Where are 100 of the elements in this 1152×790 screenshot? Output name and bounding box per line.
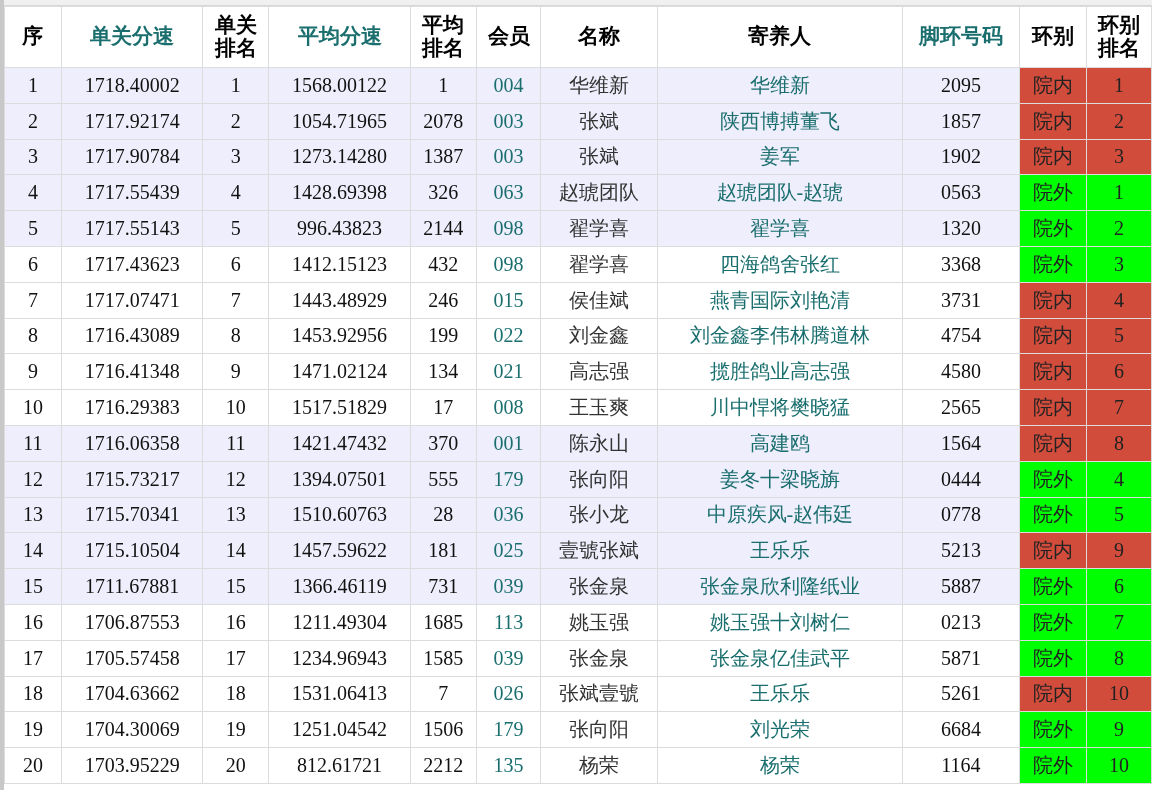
column-header: 环别排名 — [1086, 6, 1152, 68]
table-cell: 1234.96943 — [268, 640, 411, 677]
table-cell: 003 — [476, 103, 541, 140]
table-cell: 4580 — [902, 353, 1020, 390]
table-cell: 18 — [4, 676, 62, 712]
table-cell: 181 — [410, 532, 477, 569]
table-cell: 1704.63662 — [61, 676, 203, 712]
table-cell: 张金泉亿佳武平 — [657, 640, 903, 677]
table-cell: 高志强 — [540, 353, 658, 390]
table-cell: 1717.55143 — [61, 210, 203, 247]
table-cell: 6 — [202, 246, 269, 283]
table-cell: 5871 — [902, 640, 1020, 677]
table-cell: 2144 — [410, 210, 477, 247]
table-cell: 刘金鑫李伟林腾道林 — [657, 318, 903, 354]
table-cell: 6 — [4, 246, 62, 283]
table-cell: 1718.40002 — [61, 67, 203, 104]
table-cell: 侯佳斌 — [540, 282, 658, 319]
table-cell: 16 — [202, 604, 269, 641]
table-cell: 刘光荣 — [657, 711, 903, 748]
table-cell: 张金泉欣利隆纸业 — [657, 568, 903, 605]
table-cell: 996.43823 — [268, 210, 411, 247]
table-cell: 134 — [410, 353, 477, 390]
table-cell: 6684 — [902, 711, 1020, 748]
column-header: 单关排名 — [202, 6, 269, 68]
column-header: 平均排名 — [410, 6, 477, 68]
table-cell: 246 — [410, 282, 477, 319]
table-cell: 翟学喜 — [540, 246, 658, 283]
table-cell: 4 — [1086, 282, 1152, 319]
table-cell: 院内 — [1019, 67, 1087, 104]
table-cell: 1585 — [410, 640, 477, 677]
table-cell: 2 — [1086, 210, 1152, 247]
table-cell: 院外 — [1019, 246, 1087, 283]
table-cell: 4 — [1086, 461, 1152, 498]
table-cell: 揽胜鸽业高志强 — [657, 353, 903, 390]
table-cell: 5 — [1086, 318, 1152, 354]
table-cell: 179 — [476, 711, 541, 748]
table-cell: 18 — [202, 676, 269, 712]
table-cell: 9 — [1086, 711, 1152, 748]
table-cell: 2565 — [902, 389, 1020, 426]
table-cell: 刘金鑫 — [540, 318, 658, 354]
table-cell: 四海鸽舍张红 — [657, 246, 903, 283]
table-cell: 1517.51829 — [268, 389, 411, 426]
table-cell: 王乐乐 — [657, 676, 903, 712]
table-cell: 院外 — [1019, 604, 1087, 641]
table-cell: 1 — [202, 67, 269, 104]
table-cell: 燕青国际刘艳清 — [657, 282, 903, 319]
table-cell: 113 — [476, 604, 541, 641]
table-cell: 院内 — [1019, 676, 1087, 712]
table-cell: 812.61721 — [268, 747, 411, 784]
table-cell: 731 — [410, 568, 477, 605]
table-cell: 1717.07471 — [61, 282, 203, 319]
table-cell: 3 — [202, 139, 269, 175]
table-cell: 院外 — [1019, 174, 1087, 211]
table-cell: 张向阳 — [540, 711, 658, 748]
table-cell: 1716.41348 — [61, 353, 203, 390]
table-cell: 7 — [1086, 389, 1152, 426]
table-cell: 1164 — [902, 747, 1020, 784]
table-cell: 杨荣 — [540, 747, 658, 784]
table-cell: 院外 — [1019, 747, 1087, 784]
table-cell: 20 — [4, 747, 62, 784]
table-cell: 14 — [4, 532, 62, 569]
table-cell: 姜军 — [657, 139, 903, 175]
table-cell: 院内 — [1019, 425, 1087, 462]
table-cell: 17 — [4, 640, 62, 677]
table-cell: 1706.87553 — [61, 604, 203, 641]
table-cell: 3 — [1086, 139, 1152, 175]
table-cell: 6 — [1086, 353, 1152, 390]
table-cell: 院内 — [1019, 389, 1087, 426]
table-cell: 1 — [1086, 174, 1152, 211]
table-cell: 1211.49304 — [268, 604, 411, 641]
table-cell: 10 — [1086, 747, 1152, 784]
table-cell: 0563 — [902, 174, 1020, 211]
table-cell: 16 — [4, 604, 62, 641]
table-cell: 院外 — [1019, 711, 1087, 748]
table-cell: 15 — [4, 568, 62, 605]
table-cell: 2 — [4, 103, 62, 140]
table-cell: 1320 — [902, 210, 1020, 247]
column-header: 环别 — [1019, 6, 1087, 68]
table-cell: 026 — [476, 676, 541, 712]
table-cell: 川中悍将樊晓猛 — [657, 389, 903, 426]
table-cell: 370 — [410, 425, 477, 462]
table-cell: 11 — [4, 425, 62, 462]
table-cell: 院内 — [1019, 318, 1087, 354]
table-cell: 1704.30069 — [61, 711, 203, 748]
table-cell: 翟学喜 — [540, 210, 658, 247]
table-cell: 赵琥团队 — [540, 174, 658, 211]
table-cell: 20 — [202, 747, 269, 784]
table-cell: 7 — [4, 282, 62, 319]
table-cell: 壹號张斌 — [540, 532, 658, 569]
table-cell: 021 — [476, 353, 541, 390]
table-cell: 1685 — [410, 604, 477, 641]
table-cell: 10 — [202, 389, 269, 426]
table-cell: 2095 — [902, 67, 1020, 104]
table-cell: 039 — [476, 640, 541, 677]
column-header: 会员 — [476, 6, 541, 68]
table-cell: 1531.06413 — [268, 676, 411, 712]
table-cell: 张斌 — [540, 139, 658, 175]
table-cell: 1443.48929 — [268, 282, 411, 319]
table-cell: 1564 — [902, 425, 1020, 462]
table-cell: 张斌壹號 — [540, 676, 658, 712]
